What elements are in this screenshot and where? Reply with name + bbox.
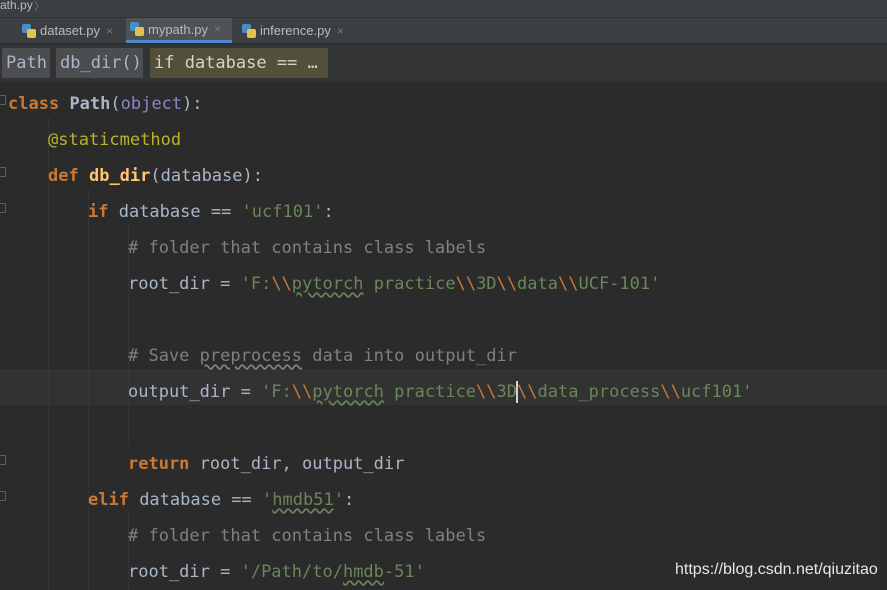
code-line-class-path: class Path(object): [8, 86, 203, 122]
assignment: root_dir = [128, 562, 241, 582]
escape-seq: \\ [291, 382, 313, 402]
keyword-return: return [128, 454, 190, 474]
escape-seq: \\ [271, 274, 292, 294]
editor-tab-bar: × dataset.py × mypath.py × inference.py … [0, 18, 887, 54]
close-icon[interactable]: × [106, 24, 113, 38]
close-icon[interactable]: × [214, 22, 221, 36]
code-line-decorator: @staticmethod [48, 122, 181, 158]
string-part: ' [262, 490, 273, 510]
code-line-root-dir: root_dir = 'F:\\pytorch practice\\3D\\da… [128, 266, 660, 302]
escape-seq: \\ [557, 274, 579, 294]
indent-guide [88, 190, 89, 590]
keyword-if: if [88, 202, 109, 222]
tab-dataset-py[interactable]: dataset.py × [18, 18, 122, 43]
function-name: db_dir [88, 166, 151, 186]
string-part: '/Path/to/ [240, 562, 343, 582]
paren: ( [110, 94, 121, 114]
code-line-root-dir-hmdb: root_dir = '/Path/to/hmdb-51' [128, 554, 425, 590]
code-editor[interactable]: class Path(object): @staticmethod def db… [0, 82, 887, 590]
colon: : [323, 202, 334, 222]
string-part: ' [333, 490, 344, 510]
tab-inference-py[interactable]: inference.py × [238, 18, 350, 43]
breadcrumb-item-path[interactable]: Path [2, 48, 50, 78]
code-line-comment: # folder that contains class labels [128, 230, 486, 266]
params: (database): [150, 166, 263, 186]
fold-marker-icon[interactable] [0, 455, 6, 465]
string-part: practice [383, 382, 477, 402]
comment: data into output_dir [302, 346, 517, 366]
code-line-elif-hmdb51: elif database == 'hmdb51': [88, 482, 354, 518]
string-part: 'F: [240, 274, 272, 294]
string-part: 'F: [261, 382, 292, 402]
condition: database == [128, 490, 263, 510]
python-file-icon [22, 23, 36, 38]
nav-file-label[interactable]: ath.py [0, 0, 33, 12]
nav-separator-icon: 〉 [34, 1, 45, 13]
fold-marker-icon[interactable] [0, 167, 6, 177]
python-file-icon [242, 23, 256, 38]
string-part-typo: pytorch [312, 382, 384, 402]
code-line-def-db-dir: def db_dir(database): [48, 158, 263, 194]
string-part: data_process [537, 382, 661, 402]
return-values: root_dir, output_dir [189, 454, 405, 474]
code-line-if-ucf101: if database == 'ucf101': [88, 194, 334, 230]
comment: # Save [128, 346, 200, 366]
escape-seq: \\ [476, 382, 497, 402]
string-part: ucf101' [680, 382, 753, 402]
condition: database == [108, 202, 242, 222]
keyword-class: class [8, 94, 60, 114]
string-part-typo: hmdb [342, 562, 384, 582]
decorator-staticmethod: @staticmethod [48, 130, 182, 150]
code-line-return: return root_dir, output_dir [128, 446, 404, 482]
escape-seq: \\ [517, 382, 538, 402]
string-part: 3D [496, 382, 518, 402]
paren-colon: ): [182, 94, 203, 114]
string-part: UCF-101' [578, 274, 661, 294]
string-part-typo: hmdb51 [272, 490, 334, 510]
keyword-elif: elif [88, 490, 129, 510]
string-part-typo: pytorch [291, 274, 364, 294]
code-line-output-dir: output_dir = 'F:\\pytorch practice\\3D\\… [128, 374, 752, 410]
code-line-comment: # folder that contains class labels [128, 518, 486, 554]
navigation-bar: ath.py 〉 [0, 0, 887, 18]
escape-seq: \\ [455, 274, 477, 294]
string-part: practice [363, 274, 456, 294]
keyword-def: def [48, 166, 79, 186]
string-part: data [517, 274, 558, 294]
assignment: output_dir = [128, 382, 262, 402]
watermark-url: https://blog.csdn.net/qiuzitao [675, 561, 878, 578]
assignment: root_dir = [128, 274, 241, 294]
base-class: object [120, 94, 183, 114]
breadcrumb-item-if-database[interactable]: if database == … [150, 48, 328, 78]
escape-seq: \\ [660, 382, 681, 402]
code-line-comment: # Save preprocess data into output_dir [128, 338, 517, 374]
comment-typo: preprocess [199, 346, 303, 366]
colon: : [343, 490, 355, 510]
breadcrumb-item-db-dir[interactable]: db_dir() [56, 48, 143, 78]
comment: # folder that contains class labels [128, 526, 487, 546]
class-name: Path [69, 94, 111, 114]
fold-marker-icon[interactable] [0, 95, 6, 105]
fold-marker-icon[interactable] [0, 203, 6, 213]
tab-label: mypath.py [148, 21, 208, 37]
python-file-icon [130, 22, 144, 36]
escape-seq: \\ [496, 274, 518, 294]
comment: # folder that contains class labels [128, 238, 487, 258]
tab-mypath-py[interactable]: mypath.py × [126, 18, 232, 43]
string-literal: 'ucf101' [241, 202, 324, 222]
close-icon[interactable]: × [337, 24, 344, 38]
breadcrumb: Path db_dir() if database == … [0, 44, 887, 82]
tab-label: dataset.py [40, 23, 100, 38]
string-part: 3D [476, 274, 497, 294]
fold-marker-icon[interactable] [0, 491, 6, 501]
string-part: -51' [383, 562, 425, 582]
tab-label: inference.py [260, 23, 331, 38]
